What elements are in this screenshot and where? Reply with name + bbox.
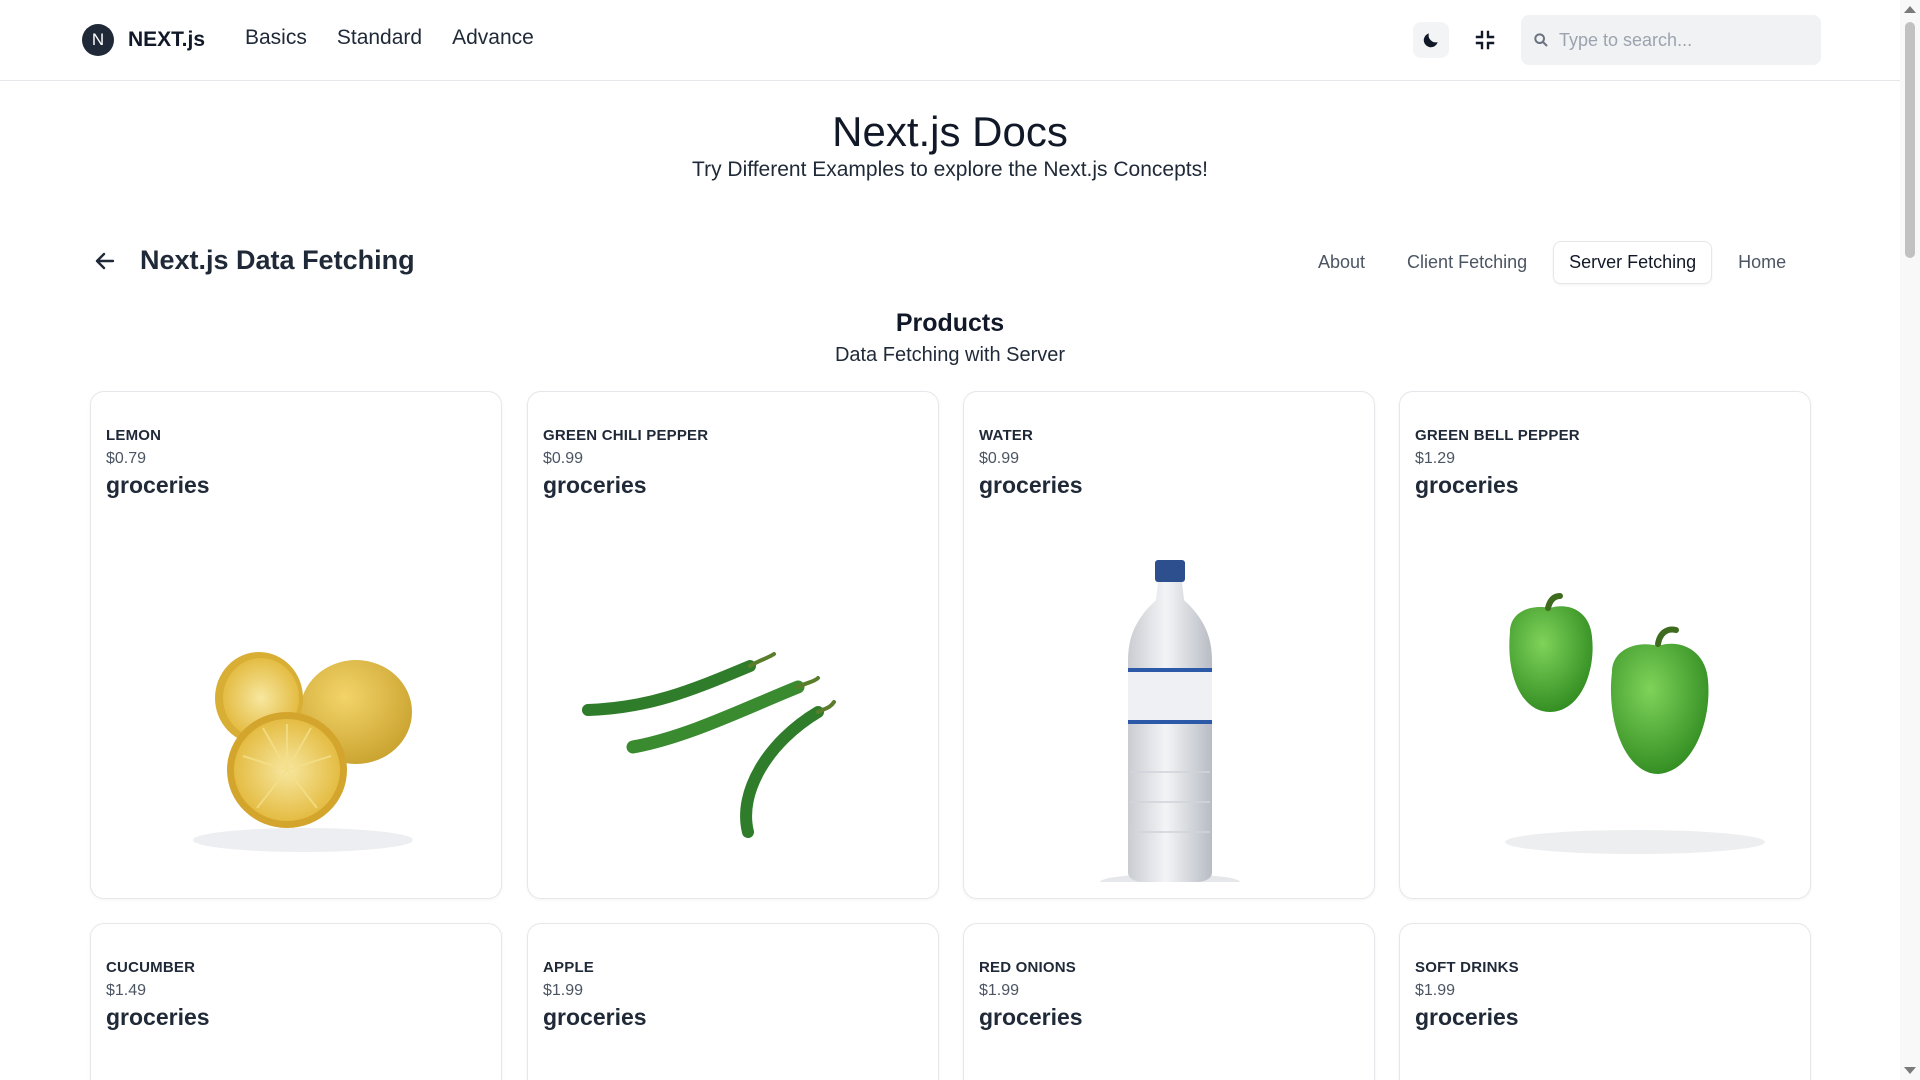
product-card[interactable]: LEMON $0.79 groceries	[90, 391, 502, 899]
main-nav: Basics Standard Advance	[245, 26, 534, 50]
tab-client-fetching[interactable]: Client Fetching	[1391, 241, 1543, 284]
moon-icon	[1423, 33, 1438, 48]
product-category: groceries	[979, 472, 1083, 498]
product-card[interactable]: APPLE $1.99 groceries	[527, 923, 939, 1080]
lemon-image	[193, 652, 413, 852]
product-name: GREEN CHILI PEPPER	[543, 427, 709, 444]
green-bell-pepper-image	[1505, 593, 1765, 854]
product-name: SOFT DRINKS	[1415, 959, 1519, 976]
nav-advance[interactable]: Advance	[452, 26, 534, 50]
products-heading: Products	[895, 309, 1005, 337]
product-price: $1.49	[106, 982, 147, 999]
page-scrollbar[interactable]	[1900, 0, 1920, 1080]
product-category: groceries	[1415, 1004, 1519, 1030]
tab-about[interactable]: About	[1302, 241, 1381, 284]
brand-name: NEXT.js	[128, 28, 206, 51]
product-name: CUCUMBER	[106, 959, 196, 976]
product-category: groceries	[979, 1004, 1083, 1030]
arrow-left-icon	[95, 252, 115, 270]
product-category: groceries	[1415, 472, 1519, 498]
back-button[interactable]	[90, 246, 120, 276]
product-card[interactable]: SOFT DRINKS $1.99 groceries	[1399, 923, 1811, 1080]
product-category: groceries	[543, 1004, 647, 1030]
scroll-up-arrow-icon[interactable]	[1904, 6, 1916, 13]
scroll-down-arrow-icon[interactable]	[1904, 1067, 1916, 1074]
scrollbar-thumb[interactable]	[1905, 22, 1915, 258]
tab-server-fetching[interactable]: Server Fetching	[1553, 241, 1713, 284]
nav-basics[interactable]: Basics	[245, 26, 307, 50]
tab-home[interactable]: Home	[1722, 241, 1802, 284]
product-card[interactable]: RED ONIONS $1.99 groceries	[963, 923, 1375, 1080]
section-title: Next.js Data Fetching	[140, 245, 415, 275]
nextjs-logo-icon: N	[82, 24, 114, 56]
product-price: $0.99	[543, 450, 584, 467]
product-card[interactable]: GREEN CHILI PEPPER $0.99 groceries	[527, 391, 939, 899]
product-category: groceries	[106, 1004, 210, 1030]
product-name: APPLE	[543, 959, 595, 976]
product-price: $1.99	[979, 982, 1020, 999]
page-subtitle: Try Different Examples to explore the Ne…	[692, 158, 1208, 181]
product-card[interactable]: GREEN BELL PEPPER $1.29 groceries	[1399, 391, 1811, 899]
search-icon	[1534, 33, 1548, 47]
product-name: GREEN BELL PEPPER	[1415, 427, 1580, 444]
page-title: Next.js Docs	[832, 108, 1068, 155]
green-chili-pepper-image	[582, 652, 836, 838]
product-price: $0.79	[106, 450, 147, 467]
theme-toggle-button[interactable]	[1413, 22, 1449, 58]
product-card[interactable]: WATER $0.99 groceries	[963, 391, 1375, 899]
product-price: $1.29	[1415, 450, 1456, 467]
product-category: groceries	[543, 472, 647, 498]
products-subheading: Data Fetching with Server	[834, 344, 1066, 366]
product-category: groceries	[106, 472, 210, 498]
product-name: LEMON	[106, 427, 162, 444]
search-box[interactable]	[1521, 15, 1821, 65]
nav-standard[interactable]: Standard	[337, 26, 422, 50]
product-price: $1.99	[1415, 982, 1456, 999]
product-price: $0.99	[979, 450, 1020, 467]
top-navbar: N NEXT.js Basics Standard Advance	[0, 0, 1900, 81]
product-name: WATER	[979, 427, 1034, 444]
collapse-icon	[1475, 30, 1495, 50]
section-tabs: About Client Fetching Server Fetching Ho…	[1302, 241, 1802, 284]
product-price: $1.99	[543, 982, 584, 999]
water-bottle-image	[1100, 560, 1240, 882]
search-input[interactable]	[1559, 29, 1799, 51]
product-name: RED ONIONS	[979, 959, 1077, 976]
brand-link[interactable]: N NEXT.js	[82, 24, 205, 56]
collapse-button[interactable]	[1467, 22, 1503, 58]
product-card[interactable]: CUCUMBER $1.49 groceries	[90, 923, 502, 1080]
